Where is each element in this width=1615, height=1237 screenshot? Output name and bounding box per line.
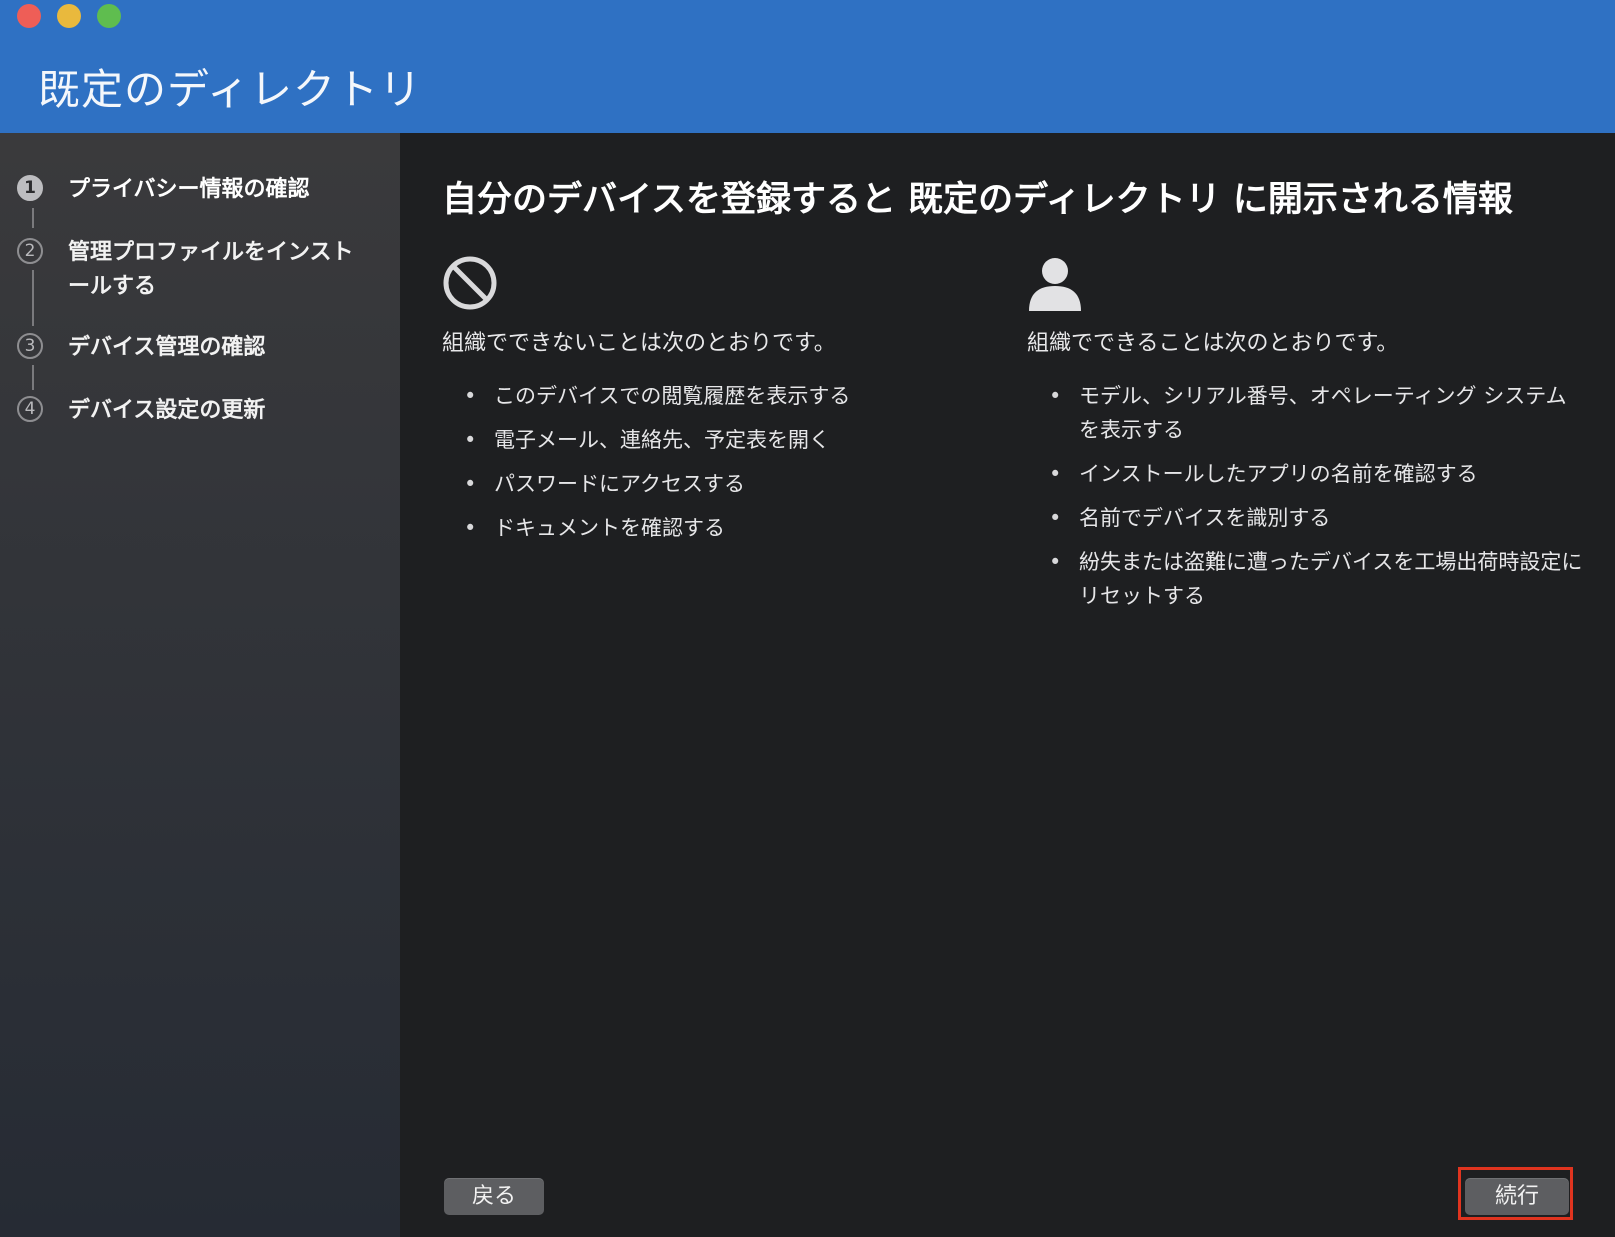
- minimize-window-button[interactable]: [57, 4, 81, 28]
- prohibited-icon: [442, 253, 1002, 325]
- step-label-4: デバイス設定の更新: [68, 398, 266, 423]
- back-button[interactable]: 戻る: [444, 1178, 544, 1215]
- title-bar: 既定のディレクトリ: [0, 0, 1615, 133]
- list-item: • インストールしたアプリの名前を確認する: [1027, 457, 1587, 491]
- list-item: • 名前でデバイスを識別する: [1027, 501, 1587, 535]
- bullet: •: [1049, 384, 1062, 408]
- step-number-1: 1: [17, 175, 43, 201]
- bullet: •: [1049, 550, 1062, 574]
- bullet: •: [464, 472, 477, 496]
- step-connector: [32, 270, 34, 326]
- list-item-text: ドキュメントを確認する: [494, 516, 725, 540]
- continue-button[interactable]: 続行: [1465, 1178, 1569, 1215]
- step-connector: [32, 365, 34, 390]
- person-icon: [1027, 253, 1587, 325]
- list-item: • ドキュメントを確認する: [442, 511, 1002, 545]
- list-item-text: このデバイスでの閲覧履歴を表示する: [494, 384, 851, 408]
- step-label-3: デバイス管理の確認: [68, 335, 266, 360]
- bullet: •: [1049, 462, 1062, 486]
- list-item-text: インストールしたアプリの名前を確認する: [1079, 462, 1478, 486]
- list-item-text: 紛失または盗難に遭ったデバイスを工場出荷時設定にリセットする: [1079, 550, 1583, 608]
- bullet: •: [1049, 506, 1062, 530]
- list-item: • パスワードにアクセスする: [442, 467, 1002, 501]
- bullet: •: [464, 384, 477, 408]
- step-connector: [32, 208, 34, 228]
- cannot-do-section: 組織でできないことは次のとおりです。 • このデバイスでの閲覧履歴を表示する • 電…: [442, 253, 1002, 555]
- step-label-1: プライバシー情報の確認: [68, 177, 310, 202]
- list-item: • このデバイスでの閲覧履歴を表示する: [442, 379, 1002, 413]
- bullet: •: [464, 516, 477, 540]
- list-item: • 電子メール、連絡先、予定表を開く: [442, 423, 1002, 457]
- step-number-3: 3: [17, 333, 43, 359]
- can-do-intro: 組織でできることは次のとおりです。: [1027, 331, 1399, 356]
- list-item-text: パスワードにアクセスする: [494, 472, 745, 496]
- list-item-text: 名前でデバイスを識別する: [1079, 506, 1331, 530]
- main-content: 自分のデバイスを登録すると 既定のディレクトリ に開示される情報 組織でできない…: [400, 133, 1615, 1237]
- sidebar: 1 プライバシー情報の確認 2 管理プロファイルをインストールする 3 デバイス…: [0, 133, 400, 1237]
- list-item: • モデル、シリアル番号、オペレーティング システムを表示する: [1027, 379, 1587, 447]
- can-do-section: 組織でできることは次のとおりです。 • モデル、シリアル番号、オペレーティング シ…: [1027, 253, 1587, 623]
- can-do-list: • モデル、シリアル番号、オペレーティング システムを表示する • インストールした…: [1027, 379, 1587, 613]
- zoom-window-button[interactable]: [97, 4, 121, 28]
- close-window-button[interactable]: [17, 4, 41, 28]
- app-title: 既定のディレクトリ: [38, 65, 423, 114]
- list-item-text: モデル、シリアル番号、オペレーティング システムを表示する: [1079, 384, 1567, 442]
- list-item: • 紛失または盗難に遭ったデバイスを工場出荷時設定にリセットする: [1027, 545, 1587, 613]
- cannot-do-list: • このデバイスでの閲覧履歴を表示する • 電子メール、連絡先、予定表を開く • パス…: [442, 379, 1002, 545]
- bullet: •: [464, 428, 477, 452]
- step-label-2: 管理プロファイルをインストールする: [68, 240, 354, 299]
- app-window: 既定のディレクトリ 1 プライバシー情報の確認 2 管理プロファイルをインストー…: [0, 0, 1615, 1237]
- step-number-2: 2: [17, 238, 43, 264]
- cannot-do-intro: 組織でできないことは次のとおりです。: [442, 331, 836, 356]
- list-item-text: 電子メール、連絡先、予定表を開く: [494, 428, 830, 452]
- step-number-4: 4: [17, 396, 43, 422]
- page-title: 自分のデバイスを登録すると 既定のディレクトリ に開示される情報: [442, 180, 1513, 220]
